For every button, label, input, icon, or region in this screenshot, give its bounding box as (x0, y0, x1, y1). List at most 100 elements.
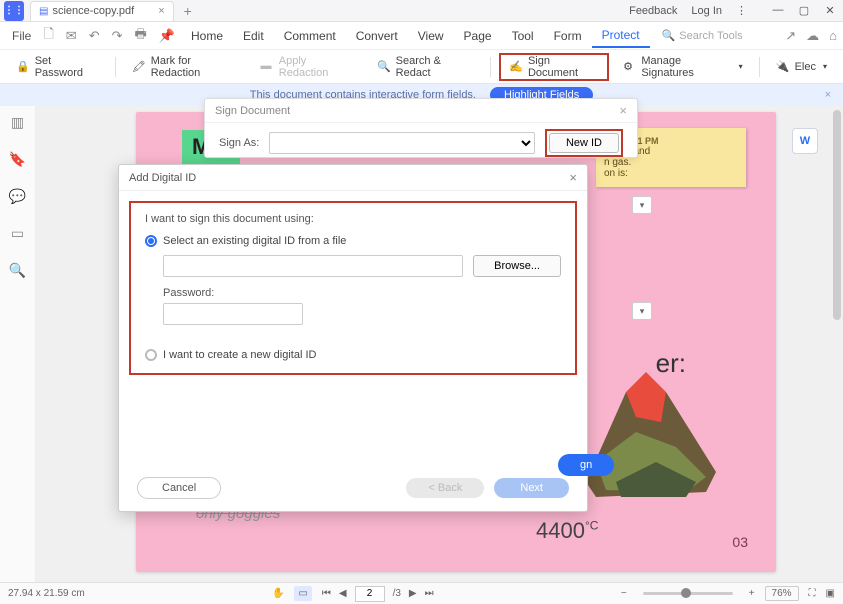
thumbnails-icon[interactable]: ▥ (11, 114, 24, 131)
close-dialog-icon[interactable]: × (569, 170, 577, 185)
undo-icon[interactable]: ↶ (83, 28, 106, 44)
menu-view[interactable]: View (408, 29, 454, 43)
marker-icon (132, 60, 146, 74)
sign-document-dialog: Sign Document × Sign As: New ID (204, 98, 638, 158)
save-icon[interactable]: 🗋 (37, 25, 59, 47)
menu-protect[interactable]: Protect (592, 28, 650, 48)
next-button[interactable]: Next (494, 478, 569, 498)
apply-redaction-button[interactable]: ▬Apply Redaction (252, 54, 362, 80)
elec-icon (776, 60, 790, 74)
menu-convert[interactable]: Convert (346, 29, 408, 43)
page-nav: ⏮ ◀ /3 ▶ ⏭ (322, 586, 434, 602)
radio-selected-icon[interactable] (145, 235, 157, 247)
close-window-button[interactable]: ✕ (821, 4, 839, 17)
redo-icon[interactable]: ↷ (106, 28, 129, 44)
menu-page[interactable]: Page (454, 29, 502, 43)
page-total: /3 (393, 588, 401, 599)
mail-icon[interactable]: ✉ (60, 28, 83, 44)
dialog-header: Sign Document × (205, 99, 637, 123)
close-infobar-icon[interactable]: × (825, 89, 831, 101)
next-page-icon[interactable]: ▶ (409, 588, 417, 599)
vertical-scrollbar[interactable] (833, 110, 841, 320)
cloud-icon[interactable]: ☁ (806, 28, 819, 44)
option-new-id[interactable]: I want to create a new digital ID (145, 349, 561, 361)
search-icon: 🔍 (662, 29, 676, 42)
sign-as-label: Sign As: (219, 137, 259, 149)
hand-tool-icon[interactable]: ✋ (272, 588, 284, 599)
chevron-down-icon: ▾ (823, 62, 827, 71)
browse-button[interactable]: Browse... (473, 255, 561, 277)
select-tool-icon[interactable]: ▭ (294, 586, 311, 601)
file-menu[interactable]: File (6, 29, 37, 43)
cancel-button[interactable]: Cancel (137, 477, 221, 499)
fit-page-icon[interactable]: ⛶ (809, 588, 816, 599)
set-password-button[interactable]: Set Password (8, 54, 107, 80)
id-file-path-input[interactable] (163, 255, 463, 277)
fields-icon[interactable]: ▭ (11, 225, 24, 242)
comments-icon[interactable]: 💬 (9, 188, 26, 205)
apply-redaction-icon: ▬ (260, 60, 273, 74)
login-link[interactable]: Log In (691, 5, 722, 17)
separator (759, 57, 760, 77)
elec-button[interactable]: Elec▾ (768, 54, 835, 80)
menu-edit[interactable]: Edit (233, 29, 274, 43)
close-dialog-icon[interactable]: × (619, 103, 627, 118)
kebab-menu-icon[interactable]: ⋮ (736, 4, 747, 17)
bookmarks-icon[interactable]: 🔖 (9, 151, 26, 168)
pin-icon[interactable]: 📌 (153, 28, 181, 44)
zoom-value[interactable]: 76% (765, 586, 799, 601)
search-tools[interactable]: 🔍Search Tools (662, 29, 743, 42)
share-icon[interactable]: ↗ (785, 28, 796, 44)
first-page-icon[interactable]: ⏮ (322, 588, 331, 599)
search-panel-icon[interactable]: 🔍 (9, 262, 26, 279)
back-button: < Back (406, 478, 484, 498)
password-input[interactable] (163, 303, 303, 325)
word-export-icon[interactable]: W (792, 128, 818, 154)
document-tab[interactable]: ▤ science-copy.pdf × (30, 1, 174, 21)
protect-toolbar: Set Password Mark for Redaction ▬Apply R… (0, 50, 843, 84)
search-redact-button[interactable]: Search & Redact (369, 54, 482, 80)
form-dropdown[interactable]: ▾ (632, 196, 652, 214)
status-bar: 27.94 x 21.59 cm ✋ ▭ ⏮ ◀ /3 ▶ ⏭ − + 76% … (0, 582, 843, 604)
sign-icon (509, 60, 523, 74)
lock-icon (16, 60, 30, 74)
manage-signatures-button[interactable]: Manage Signatures▾ (615, 54, 751, 80)
prev-page-icon[interactable]: ◀ (339, 588, 347, 599)
tab-close-icon[interactable]: × (158, 5, 164, 17)
add-digital-id-dialog: Add Digital ID × I want to sign this doc… (118, 164, 588, 512)
menu-comment[interactable]: Comment (274, 29, 346, 43)
dialog-title: Sign Document (215, 105, 290, 117)
menu-form[interactable]: Form (544, 29, 592, 43)
chevron-down-icon: ▾ (739, 62, 743, 71)
sign-as-select[interactable] (269, 132, 535, 154)
new-id-highlight: New ID (545, 129, 623, 157)
minimize-button[interactable]: — (769, 4, 787, 17)
zoom-out-icon[interactable]: − (621, 588, 627, 599)
fullscreen-icon[interactable]: ▣ (826, 588, 835, 599)
feedback-link[interactable]: Feedback (629, 5, 677, 17)
option-new-label: I want to create a new digital ID (163, 349, 316, 361)
separator (490, 57, 491, 77)
option-existing-id[interactable]: Select an existing digital ID from a fil… (145, 235, 561, 247)
new-tab-button[interactable]: + (184, 3, 192, 19)
zoom-slider[interactable] (643, 592, 733, 595)
left-sidebar: ▥ 🔖 💬 ▭ 🔍 (0, 106, 36, 582)
volcano-illustration (566, 362, 726, 502)
last-page-icon[interactable]: ⏭ (425, 588, 434, 599)
options-highlight-box: I want to sign this document using: Sele… (129, 201, 577, 375)
sign-button-peek[interactable]: gn (558, 454, 614, 476)
mark-redaction-button[interactable]: Mark for Redaction (124, 54, 247, 80)
page-number-input[interactable] (355, 586, 385, 602)
sign-document-button[interactable]: Sign Document (499, 53, 609, 81)
help-icon[interactable]: ⌂ (829, 28, 837, 44)
menu-tool[interactable]: Tool (502, 29, 544, 43)
form-dropdown[interactable]: ▾ (632, 302, 652, 320)
maximize-button[interactable]: ▢ (795, 4, 813, 17)
zoom-in-icon[interactable]: + (749, 588, 755, 599)
dialog-title: Add Digital ID (129, 172, 196, 184)
prompt-text: I want to sign this document using: (145, 213, 561, 225)
menu-home[interactable]: Home (181, 29, 233, 43)
radio-unselected-icon[interactable] (145, 349, 157, 361)
new-id-button[interactable]: New ID (549, 133, 619, 153)
print-icon[interactable]: 🖶 (129, 25, 153, 47)
